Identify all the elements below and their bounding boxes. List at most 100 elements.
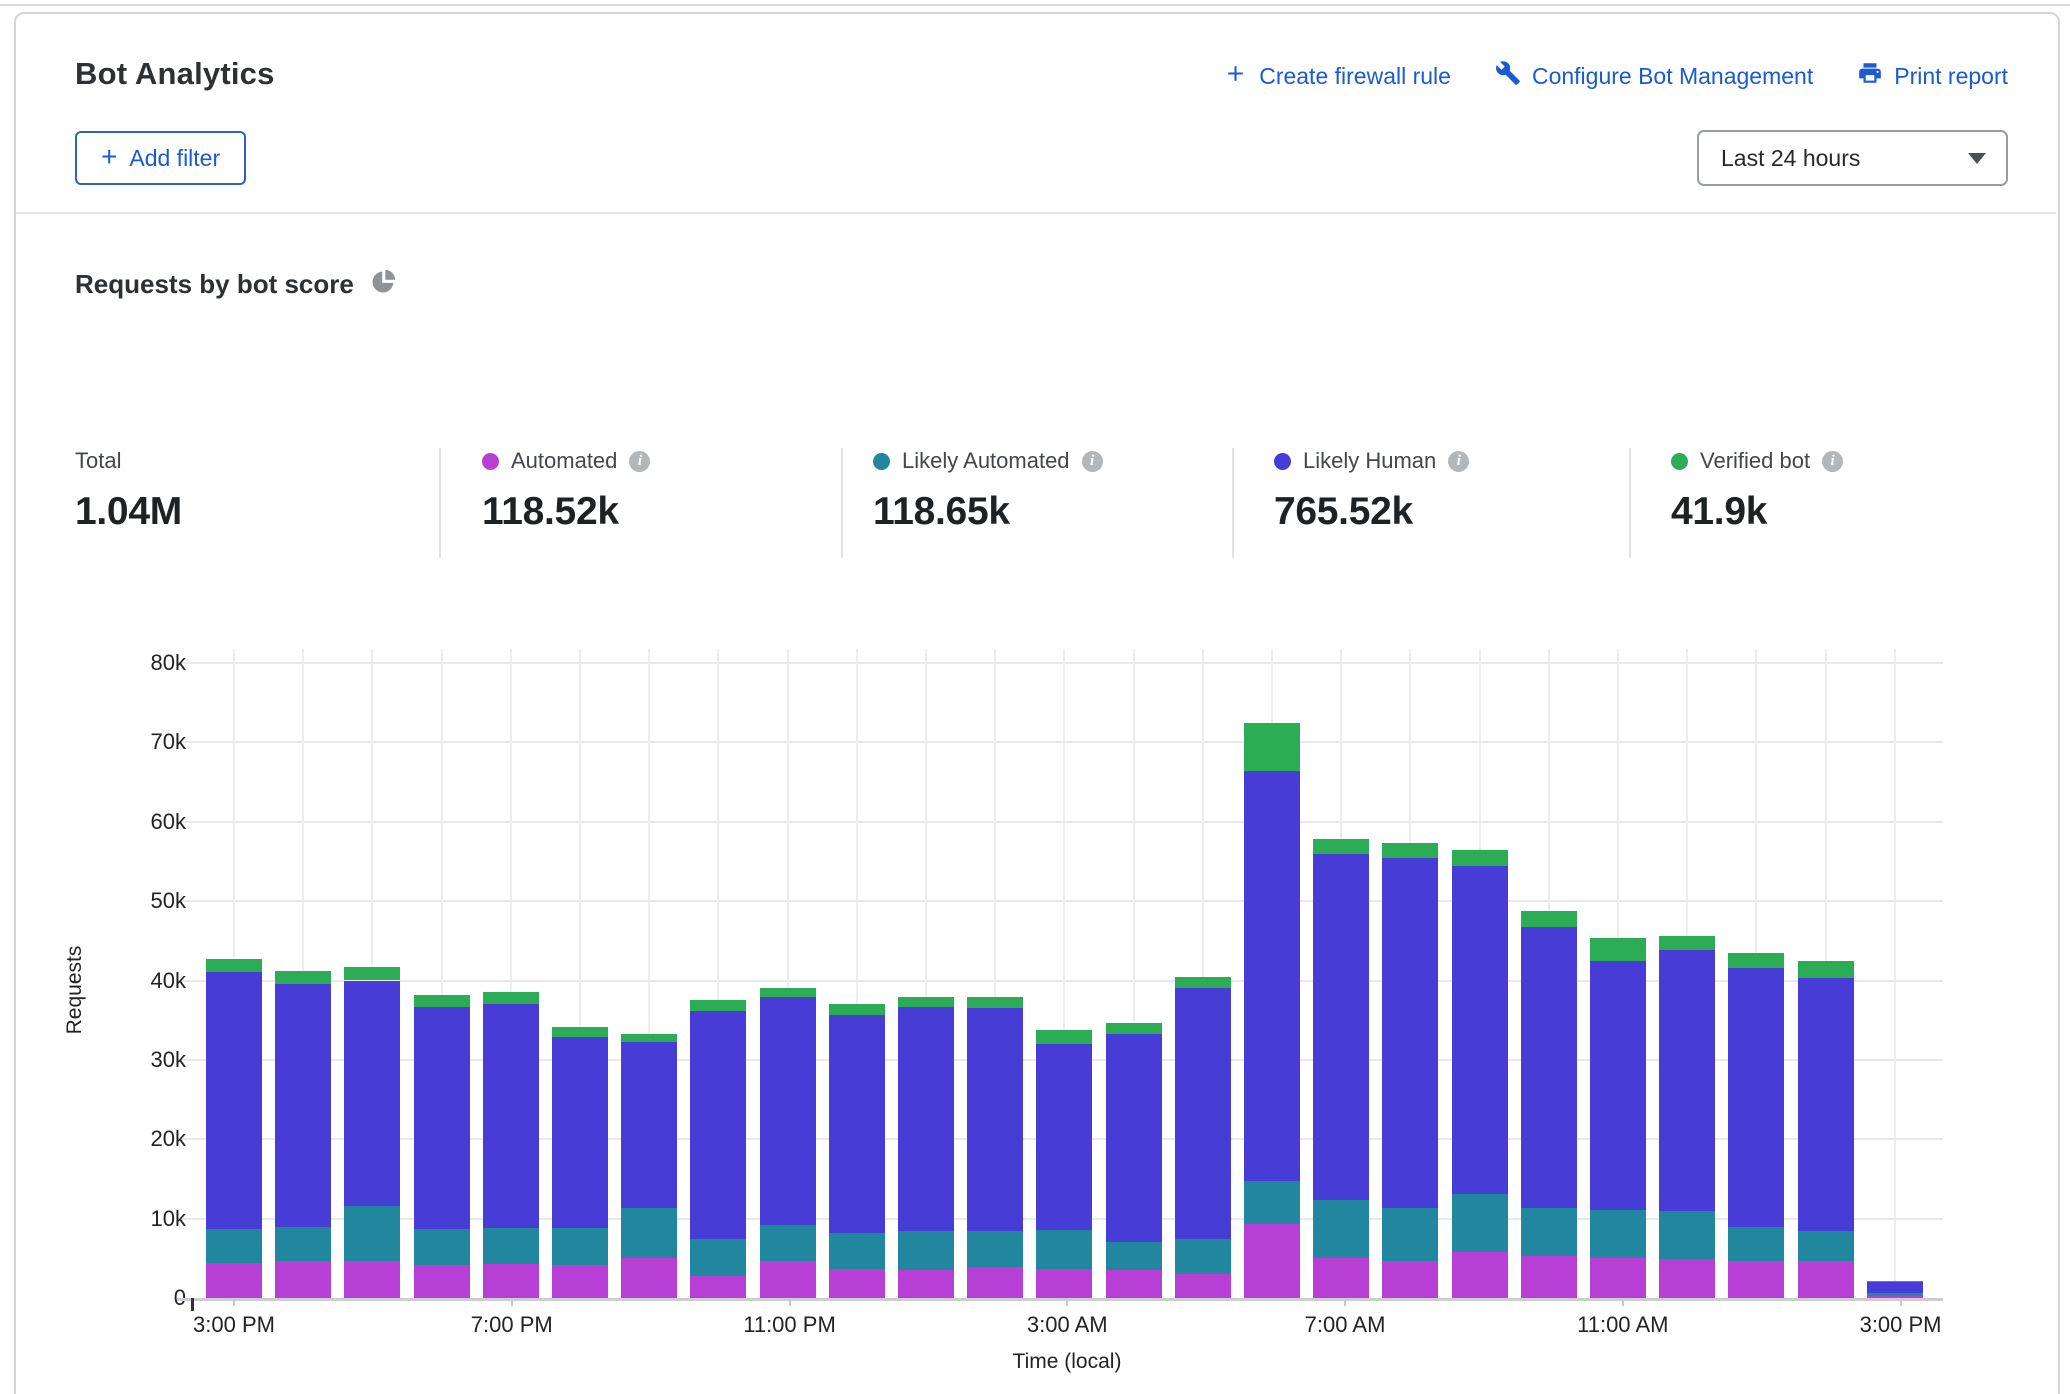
- bar-segment-verified-bot[interactable]: [621, 1034, 677, 1043]
- bar-segment-likely-automated[interactable]: [1244, 1181, 1300, 1224]
- bar-segment-automated[interactable]: [414, 1265, 470, 1298]
- bar-segment-likely-human[interactable]: [1036, 1044, 1092, 1230]
- bar-segment-verified-bot[interactable]: [1382, 843, 1438, 858]
- bar-segment-verified-bot[interactable]: [275, 971, 331, 984]
- bar-segment-automated[interactable]: [206, 1263, 262, 1298]
- bar-segment-likely-human[interactable]: [1590, 961, 1646, 1209]
- bar-segment-automated[interactable]: [1798, 1261, 1854, 1298]
- bar-segment-likely-human[interactable]: [1106, 1034, 1162, 1242]
- bar-segment-likely-automated[interactable]: [1867, 1293, 1923, 1295]
- info-icon[interactable]: i: [1448, 451, 1469, 472]
- bar-segment-likely-automated[interactable]: [1382, 1208, 1438, 1261]
- bar-segment-likely-human[interactable]: [967, 1008, 1023, 1231]
- bar-segment-likely-human[interactable]: [621, 1042, 677, 1208]
- bar-segment-verified-bot[interactable]: [1244, 723, 1300, 771]
- bar-segment-verified-bot[interactable]: [760, 988, 816, 998]
- bar-segment-likely-automated[interactable]: [829, 1233, 885, 1269]
- bar-segment-likely-automated[interactable]: [275, 1227, 331, 1262]
- bar-segment-automated[interactable]: [1382, 1261, 1438, 1298]
- bar-segment-automated[interactable]: [483, 1264, 539, 1298]
- bar-segment-likely-automated[interactable]: [483, 1228, 539, 1264]
- bar-segment-likely-automated[interactable]: [1590, 1210, 1646, 1258]
- bar-segment-likely-human[interactable]: [1452, 866, 1508, 1194]
- bar-segment-likely-automated[interactable]: [1521, 1208, 1577, 1256]
- bar-segment-automated[interactable]: [344, 1261, 400, 1298]
- bar-segment-likely-human[interactable]: [206, 972, 262, 1229]
- bar-segment-automated[interactable]: [1521, 1256, 1577, 1298]
- bar-segment-likely-human[interactable]: [483, 1004, 539, 1228]
- bar-segment-likely-human[interactable]: [829, 1015, 885, 1233]
- bar-segment-verified-bot[interactable]: [1036, 1030, 1092, 1044]
- bar-segment-verified-bot[interactable]: [1728, 953, 1784, 968]
- print-report-link[interactable]: Print report: [1857, 60, 2008, 92]
- bar-segment-likely-human[interactable]: [1382, 858, 1438, 1208]
- bar-segment-automated[interactable]: [1036, 1269, 1092, 1298]
- bar-segment-verified-bot[interactable]: [1798, 961, 1854, 978]
- info-icon[interactable]: i: [1082, 451, 1103, 472]
- bar-segment-likely-automated[interactable]: [967, 1231, 1023, 1267]
- bar-segment-verified-bot[interactable]: [829, 1004, 885, 1015]
- bar-segment-likely-automated[interactable]: [1728, 1227, 1784, 1260]
- bar-segment-likely-human[interactable]: [1798, 978, 1854, 1231]
- bar-segment-likely-human[interactable]: [898, 1007, 954, 1232]
- time-range-dropdown[interactable]: Last 24 hours: [1697, 130, 2008, 186]
- bar-segment-verified-bot[interactable]: [1590, 938, 1646, 962]
- bar-segment-automated[interactable]: [1313, 1258, 1369, 1298]
- bar-segment-likely-automated[interactable]: [1036, 1230, 1092, 1269]
- bar-segment-verified-bot[interactable]: [1313, 839, 1369, 854]
- bar-segment-likely-automated[interactable]: [206, 1229, 262, 1263]
- bar-segment-automated[interactable]: [690, 1276, 746, 1298]
- bar-segment-likely-automated[interactable]: [344, 1206, 400, 1261]
- bar-segment-likely-human[interactable]: [760, 997, 816, 1225]
- bar-segment-automated[interactable]: [1728, 1261, 1784, 1298]
- bar-segment-automated[interactable]: [1452, 1252, 1508, 1298]
- bar-segment-verified-bot[interactable]: [483, 992, 539, 1005]
- add-filter-button[interactable]: + Add filter: [75, 131, 246, 185]
- bar-segment-automated[interactable]: [829, 1269, 885, 1298]
- bar-segment-likely-human[interactable]: [1659, 950, 1715, 1210]
- info-icon[interactable]: i: [1822, 451, 1843, 472]
- bar-segment-automated[interactable]: [967, 1267, 1023, 1298]
- bar-segment-verified-bot[interactable]: [344, 967, 400, 980]
- bar-segment-likely-human[interactable]: [1728, 968, 1784, 1228]
- bar-segment-likely-automated[interactable]: [414, 1229, 470, 1266]
- bar-segment-likely-human[interactable]: [552, 1037, 608, 1228]
- bar-segment-likely-human[interactable]: [1244, 771, 1300, 1181]
- create-firewall-rule-link[interactable]: Create firewall rule: [1223, 61, 1451, 92]
- bar-segment-automated[interactable]: [1244, 1224, 1300, 1298]
- bar-segment-likely-automated[interactable]: [552, 1228, 608, 1265]
- bar-segment-verified-bot[interactable]: [967, 997, 1023, 1008]
- bar-segment-likely-automated[interactable]: [1106, 1242, 1162, 1270]
- bar-segment-likely-automated[interactable]: [1175, 1239, 1231, 1274]
- info-icon[interactable]: i: [629, 451, 650, 472]
- bar-segment-likely-automated[interactable]: [690, 1239, 746, 1276]
- bar-segment-verified-bot[interactable]: [552, 1027, 608, 1037]
- bar-segment-verified-bot[interactable]: [414, 995, 470, 1007]
- bar-segment-automated[interactable]: [1867, 1296, 1923, 1298]
- bar-segment-likely-human[interactable]: [344, 981, 400, 1206]
- bar-segment-verified-bot[interactable]: [1106, 1023, 1162, 1034]
- bar-segment-likely-human[interactable]: [1867, 1281, 1923, 1293]
- bar-segment-likely-human[interactable]: [275, 984, 331, 1226]
- bar-segment-likely-human[interactable]: [414, 1007, 470, 1229]
- bar-segment-likely-automated[interactable]: [1313, 1200, 1369, 1258]
- bar-segment-likely-human[interactable]: [1521, 927, 1577, 1208]
- bar-segment-automated[interactable]: [621, 1258, 677, 1298]
- bar-segment-automated[interactable]: [1659, 1259, 1715, 1298]
- bar-segment-likely-automated[interactable]: [898, 1231, 954, 1270]
- bar-segment-likely-automated[interactable]: [1659, 1211, 1715, 1259]
- bar-segment-likely-automated[interactable]: [760, 1225, 816, 1262]
- bar-segment-automated[interactable]: [760, 1261, 816, 1298]
- bar-segment-automated[interactable]: [552, 1265, 608, 1298]
- bar-segment-verified-bot[interactable]: [1521, 911, 1577, 926]
- bar-segment-automated[interactable]: [898, 1270, 954, 1298]
- bar-segment-likely-human[interactable]: [1313, 854, 1369, 1200]
- bar-segment-verified-bot[interactable]: [1659, 936, 1715, 950]
- bar-segment-likely-automated[interactable]: [1798, 1231, 1854, 1261]
- configure-bot-management-link[interactable]: Configure Bot Management: [1495, 60, 1813, 92]
- bar-segment-verified-bot[interactable]: [206, 959, 262, 972]
- bar-segment-verified-bot[interactable]: [1452, 850, 1508, 867]
- bar-segment-likely-human[interactable]: [1175, 988, 1231, 1239]
- bar-segment-likely-human[interactable]: [690, 1011, 746, 1240]
- bar-segment-verified-bot[interactable]: [690, 1000, 746, 1011]
